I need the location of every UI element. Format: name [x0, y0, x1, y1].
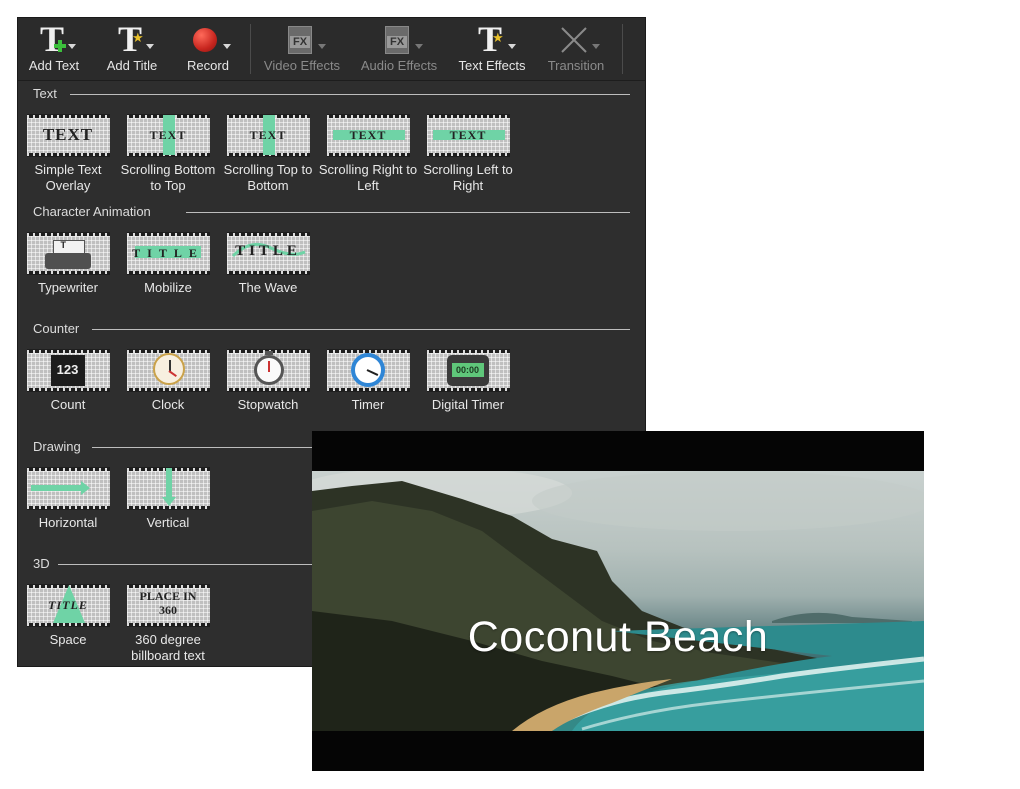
- toolbar: T Add Text T ★ Add Title Record FX Video…: [18, 18, 645, 81]
- effect-stopwatch[interactable]: Stopwatch: [218, 349, 318, 413]
- effect-the-wave[interactable]: TITLE The Wave: [218, 232, 318, 296]
- add-text-label: Add Text: [28, 58, 80, 73]
- text-effects-label: Text Effects: [458, 58, 526, 73]
- add-title-label: Add Title: [106, 58, 158, 73]
- section-title-3d: 3D: [33, 556, 50, 571]
- audio-fx-icon: FX: [377, 22, 423, 56]
- section-title-text: Text: [33, 86, 57, 101]
- toolbar-separator: [622, 24, 623, 74]
- chevron-down-icon: [592, 44, 600, 49]
- video-caption: Coconut Beach: [467, 613, 769, 661]
- effect-clock[interactable]: Clock: [118, 349, 218, 413]
- section-title-drawing: Drawing: [33, 439, 81, 454]
- effect-count[interactable]: 123 Count: [18, 349, 118, 413]
- effect-thumbnail: TITLE: [126, 232, 210, 275]
- effect-thumbnail: [126, 349, 210, 392]
- effect-thumbnail: T: [26, 232, 110, 275]
- toolbar-separator: [250, 24, 251, 74]
- chevron-down-icon: [508, 44, 516, 49]
- chevron-down-icon: [318, 44, 326, 49]
- video-effects-label: Video Effects: [263, 58, 341, 73]
- effect-space[interactable]: TITLE Space: [18, 584, 118, 648]
- effect-scrolling-bottom-to-top[interactable]: TEXT Scrolling Bottom to Top: [118, 114, 218, 194]
- section-title-character-animation: Character Animation: [33, 204, 151, 219]
- effect-vertical[interactable]: Vertical: [118, 467, 218, 531]
- effect-thumbnail: PLACE IN 360: [126, 584, 210, 627]
- effect-thumbnail: [326, 349, 410, 392]
- audio-effects-label: Audio Effects: [360, 58, 438, 73]
- transition-icon: [554, 22, 600, 56]
- effect-typewriter[interactable]: T Typewriter: [18, 232, 118, 296]
- plus-icon: [54, 40, 66, 52]
- effect-thumbnail: TITLE: [226, 232, 310, 275]
- clock-icon: [152, 353, 185, 385]
- video-fx-icon: FX: [280, 22, 326, 56]
- effect-thumbnail: TEXT: [26, 114, 110, 157]
- effect-360-billboard-text[interactable]: PLACE IN 360 360 degree billboard text: [118, 584, 218, 664]
- video-preview: Coconut Beach: [312, 431, 924, 771]
- chevron-down-icon: [415, 44, 423, 49]
- effect-timer[interactable]: Timer: [318, 349, 418, 413]
- effect-thumbnail: [126, 467, 210, 510]
- effect-scrolling-right-to-left[interactable]: TEXT Scrolling Right to Left: [318, 114, 418, 194]
- chevron-down-icon: [223, 44, 231, 49]
- add-title-button[interactable]: T ★ Add Title: [100, 21, 164, 78]
- add-text-button[interactable]: T Add Text: [22, 21, 86, 78]
- add-title-icon: T ★: [112, 21, 154, 57]
- section-divider: [186, 212, 630, 213]
- record-button[interactable]: Record: [176, 22, 240, 78]
- effect-mobilize[interactable]: TITLE Mobilize: [118, 232, 218, 296]
- effect-thumbnail: [226, 349, 310, 392]
- stopwatch-icon: [253, 355, 284, 385]
- add-text-icon: T: [34, 21, 76, 57]
- audio-effects-button[interactable]: FX Audio Effects: [356, 22, 442, 78]
- effect-scrolling-top-to-bottom[interactable]: TEXT Scrolling Top to Bottom: [218, 114, 318, 194]
- section-divider: [92, 329, 630, 330]
- record-icon: [187, 22, 231, 56]
- timer-icon: [350, 353, 385, 387]
- section-title-counter: Counter: [33, 321, 80, 336]
- text-effects-icon: T ★: [470, 21, 516, 57]
- effect-thumbnail: [26, 467, 110, 510]
- effect-thumbnail: TEXT: [226, 114, 310, 157]
- beach-scene-image: Coconut Beach: [312, 471, 924, 731]
- transition-label: Transition: [547, 58, 605, 73]
- effect-digital-timer[interactable]: 00:00 Digital Timer: [418, 349, 518, 413]
- record-label: Record: [187, 58, 229, 73]
- effect-thumbnail: TEXT: [126, 114, 210, 157]
- effect-thumbnail: TEXT: [326, 114, 410, 157]
- chevron-down-icon: [68, 44, 76, 49]
- transition-button[interactable]: Transition: [540, 22, 612, 78]
- effect-thumbnail: TITLE: [26, 584, 110, 627]
- effect-horizontal[interactable]: Horizontal: [18, 467, 118, 531]
- effect-thumbnail: 123: [26, 349, 110, 392]
- text-effects-button[interactable]: T ★ Text Effects: [452, 21, 532, 78]
- effect-scrolling-left-to-right[interactable]: TEXT Scrolling Left to Right: [418, 114, 518, 194]
- effect-thumbnail: 00:00: [426, 349, 510, 392]
- effect-simple-text-overlay[interactable]: TEXT Simple Text Overlay: [18, 114, 118, 194]
- chevron-down-icon: [146, 44, 154, 49]
- video-effects-button[interactable]: FX Video Effects: [260, 22, 344, 78]
- section-divider: [70, 94, 630, 95]
- effect-thumbnail: TEXT: [426, 114, 510, 157]
